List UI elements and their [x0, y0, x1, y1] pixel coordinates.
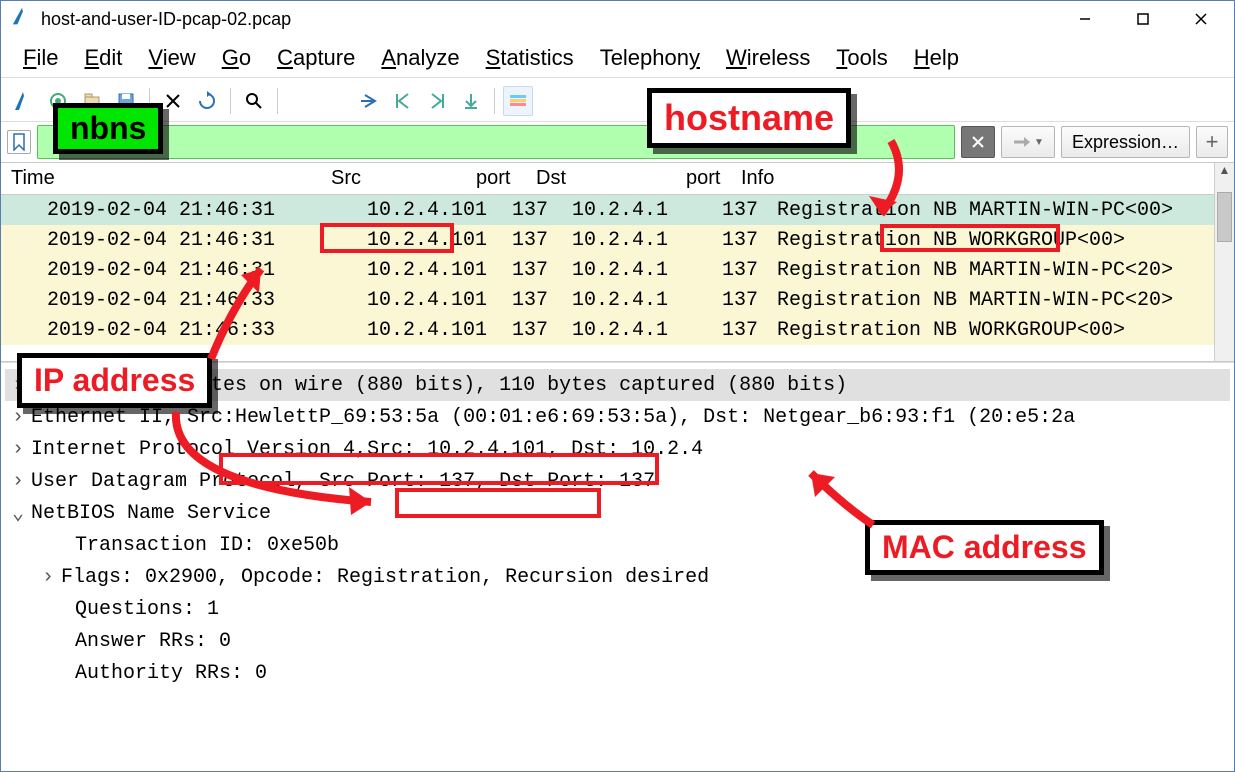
- filter-apply-dropdown[interactable]: ▼: [1001, 126, 1055, 158]
- tb-jump-icon[interactable]: [354, 86, 384, 116]
- tb-find-icon[interactable]: [239, 86, 269, 116]
- detail-transaction-id[interactable]: Transaction ID: 0xe50b: [5, 529, 1230, 561]
- tb-colorize-icon[interactable]: [503, 86, 533, 116]
- menu-statistics[interactable]: Statistics: [486, 45, 574, 71]
- detail-frame[interactable]: › Frame 5: 110 bytes on wire (880 bits),…: [5, 369, 1230, 401]
- packet-list-scrollbar[interactable]: ▲: [1214, 163, 1234, 361]
- menu-help[interactable]: Help: [914, 45, 959, 71]
- tb-close-icon[interactable]: [158, 86, 188, 116]
- packet-row[interactable]: 2019-02-04 21:46:33 10.2.4.101 137 10.2.…: [1, 315, 1234, 345]
- titlebar: host-and-user-ID-pcap-02.pcap: [1, 1, 1234, 37]
- menu-view[interactable]: View: [148, 45, 195, 71]
- detail-answer-rrs[interactable]: Answer RRs: 0: [5, 625, 1230, 657]
- tb-open-icon[interactable]: [77, 86, 107, 116]
- window-title: host-and-user-ID-pcap-02.pcap: [41, 9, 1056, 30]
- add-filter-button[interactable]: +: [1196, 126, 1228, 158]
- packet-details[interactable]: › Frame 5: 110 bytes on wire (880 bits),…: [1, 362, 1234, 716]
- menu-capture[interactable]: Capture: [277, 45, 355, 71]
- menu-tools[interactable]: Tools: [836, 45, 887, 71]
- close-button[interactable]: [1172, 2, 1230, 36]
- tb-forward-icon[interactable]: [320, 86, 350, 116]
- packet-list: Time Src port Dst port Info 2019-02-04 2…: [1, 162, 1234, 362]
- expression-button[interactable]: Expression…: [1061, 126, 1190, 158]
- detail-nbns[interactable]: ⌄ NetBIOS Name Service: [5, 497, 1230, 529]
- tb-save-icon[interactable]: [111, 86, 141, 116]
- packet-row[interactable]: 2019-02-04 21:46:31 10.2.4.101 137 10.2.…: [1, 195, 1234, 225]
- packet-row[interactable]: 2019-02-04 21:46:33 10.2.4.101 137 10.2.…: [1, 285, 1234, 315]
- tb-capture-options-icon[interactable]: [43, 86, 73, 116]
- col-src[interactable]: Src: [331, 167, 476, 190]
- col-info[interactable]: Info: [741, 167, 1234, 190]
- detail-authority-rrs[interactable]: Authority RRs: 0: [5, 657, 1230, 689]
- tb-reload-icon[interactable]: [192, 86, 222, 116]
- chevron-down-icon: ▼: [1034, 137, 1044, 148]
- tb-logo-icon[interactable]: [9, 86, 39, 116]
- tb-last-icon[interactable]: [422, 86, 452, 116]
- caret-right-icon[interactable]: ›: [5, 374, 31, 397]
- display-filter-input[interactable]: [37, 125, 955, 159]
- col-dport[interactable]: port: [686, 167, 741, 190]
- menu-go[interactable]: Go: [222, 45, 251, 71]
- minimize-button[interactable]: [1056, 2, 1114, 36]
- filterbar: ▼ Expression… +: [1, 122, 1234, 162]
- caret-right-icon[interactable]: ›: [35, 566, 61, 589]
- menu-wireless[interactable]: Wireless: [726, 45, 810, 71]
- detail-ip[interactable]: › Internet Protocol Version 4, Src: 10.2…: [5, 433, 1230, 465]
- caret-down-icon[interactable]: ⌄: [5, 500, 31, 526]
- tb-first-icon[interactable]: [388, 86, 418, 116]
- toolbar: [1, 78, 1234, 122]
- maximize-button[interactable]: [1114, 2, 1172, 36]
- packet-list-header[interactable]: Time Src port Dst port Info: [1, 163, 1234, 195]
- detail-ethernet[interactable]: › Ethernet II, Src: HewlettP_69:53:5a (0…: [5, 401, 1230, 433]
- app-icon: [11, 6, 33, 33]
- detail-flags[interactable]: › Flags: 0x2900, Opcode: Registration, R…: [5, 561, 1230, 593]
- menu-analyze[interactable]: Analyze: [381, 45, 459, 71]
- filter-clear-button[interactable]: [961, 126, 995, 158]
- packet-row[interactable]: 2019-02-04 21:46:31 10.2.4.101 137 10.2.…: [1, 255, 1234, 285]
- menu-file[interactable]: File: [23, 45, 58, 71]
- detail-questions[interactable]: Questions: 1: [5, 593, 1230, 625]
- menu-edit[interactable]: Edit: [84, 45, 122, 71]
- col-sport[interactable]: port: [476, 167, 536, 190]
- caret-right-icon[interactable]: ›: [5, 470, 31, 493]
- tb-autoscroll-icon[interactable]: [456, 86, 486, 116]
- bookmark-icon[interactable]: [7, 130, 31, 154]
- caret-right-icon[interactable]: ›: [5, 406, 31, 429]
- detail-udp[interactable]: › User Datagram Protocol, Src Port: 137,…: [5, 465, 1230, 497]
- tb-back-icon[interactable]: [286, 86, 316, 116]
- menu-telephony[interactable]: Telephony: [600, 45, 700, 71]
- col-time[interactable]: Time: [11, 167, 331, 190]
- caret-right-icon[interactable]: ›: [5, 438, 31, 461]
- packet-row[interactable]: 2019-02-04 21:46:31 10.2.4.101 137 10.2.…: [1, 225, 1234, 255]
- menubar: File Edit View Go Capture Analyze Statis…: [1, 37, 1234, 78]
- col-dst[interactable]: Dst: [536, 167, 686, 190]
